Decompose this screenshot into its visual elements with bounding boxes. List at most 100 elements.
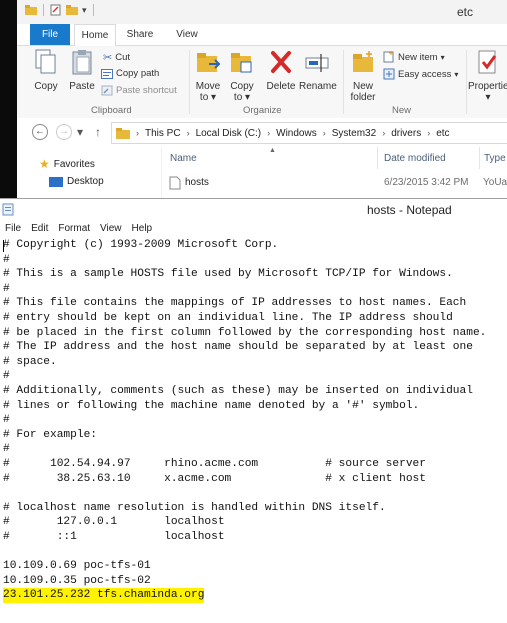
menu-format[interactable]: Format: [53, 220, 95, 238]
explorer-content: ★ Favorites Desktop ▲ Name Date modified…: [17, 147, 507, 198]
move-to-button[interactable]: Move to ▾: [193, 48, 223, 103]
new-folder-icon[interactable]: [66, 4, 78, 16]
text-line: # This is a sample HOSTS file used by Mi…: [3, 268, 453, 281]
text-line: # be placed in the first column followed…: [3, 326, 487, 339]
properties-checkmark-icon: [478, 50, 497, 74]
group-label-organize: Organize: [243, 105, 282, 116]
cut-label: Cut: [115, 52, 131, 63]
copy-to-label: Copy to ▾: [230, 81, 254, 103]
toolbar-divider: [92, 4, 94, 16]
folder-icon: [25, 5, 37, 15]
group-divider: [466, 50, 467, 114]
group-label-new: New: [392, 105, 412, 116]
properties-icon[interactable]: [50, 4, 62, 16]
chevron-right-icon: ›: [267, 128, 271, 138]
tab-file[interactable]: File: [30, 24, 70, 45]
dropdown-arrow-icon: ▾: [454, 69, 459, 79]
breadcrumb-drivers[interactable]: drivers: [391, 128, 421, 139]
rename-icon: [305, 54, 329, 72]
text-line: #: [3, 443, 10, 456]
tab-home[interactable]: Home: [74, 24, 116, 47]
column-header-date[interactable]: Date modified: [384, 153, 446, 164]
breadcrumb-windows[interactable]: Windows: [276, 128, 317, 139]
tab-share[interactable]: Share: [120, 24, 160, 45]
notepad-title-bar: hosts - Notepad: [0, 198, 507, 221]
column-divider[interactable]: [479, 147, 480, 169]
copy-path-button[interactable]: Copy path: [101, 68, 159, 79]
desktop-icon: [49, 176, 63, 187]
file-name: hosts: [185, 177, 209, 188]
paste-button[interactable]: Paste: [67, 48, 97, 92]
breadcrumb-system32[interactable]: System32: [332, 128, 376, 139]
new-folder-icon: [353, 51, 373, 72]
text-line: # 102.54.94.97 rhino.acme.com # source s…: [3, 458, 426, 470]
column-header-type[interactable]: Type: [484, 153, 506, 164]
delete-x-icon: [271, 51, 291, 73]
properties-label: Propertie ▾: [468, 81, 507, 103]
easy-access-button[interactable]: Easy access ▾: [383, 68, 458, 80]
properties-button[interactable]: Propertie ▾: [468, 48, 507, 103]
text-line: # localhost name resolution is handled w…: [3, 501, 386, 514]
menu-edit[interactable]: Edit: [26, 220, 53, 238]
file-type: YoUa: [483, 177, 507, 188]
chevron-right-icon: ›: [382, 128, 386, 138]
rename-button[interactable]: Rename: [299, 48, 337, 92]
up-arrow-icon[interactable]: ↑: [95, 125, 101, 139]
new-folder-button[interactable]: New folder: [347, 48, 379, 103]
text-line: #: [3, 282, 10, 295]
highlighted-host-entry: 23.101.25.232 tfs.chaminda.org: [3, 588, 205, 603]
text-line: 10.109.0.69 poc-tfs-01: [3, 560, 151, 573]
copy-icon: [35, 49, 56, 74]
new-item-label: New item: [398, 51, 438, 63]
dropdown-arrow-icon: ▾: [440, 52, 445, 62]
address-bar[interactable]: › This PC › Local Disk (C:) › Windows › …: [111, 122, 507, 144]
sort-ascending-icon: ▲: [269, 147, 276, 154]
favorites-label: Favorites: [53, 158, 95, 170]
file-icon: [169, 176, 181, 190]
notepad-text-area[interactable]: # Copyright (c) 1993-2009 Microsoft Corp…: [0, 238, 507, 623]
delete-button[interactable]: Delete: [265, 48, 297, 92]
nav-favorites[interactable]: ★ Favorites: [39, 157, 95, 171]
notepad-menu-bar: File Edit Format View Help: [0, 220, 507, 238]
text-line: # space.: [3, 355, 57, 368]
menu-help[interactable]: Help: [127, 220, 158, 238]
chevron-right-icon: ›: [186, 128, 190, 138]
group-divider: [189, 50, 190, 114]
breadcrumb-this-pc[interactable]: This PC: [145, 128, 181, 139]
customize-dropdown-icon[interactable]: ▾: [82, 5, 87, 16]
text-line: # Copyright (c) 1993-2009 Microsoft Corp…: [3, 239, 279, 251]
address-bar-row: ← → ▾ ↑ › This PC › Local Disk (C:) › Wi…: [17, 118, 507, 147]
forward-arrow-icon[interactable]: →: [56, 124, 72, 140]
breadcrumb-etc[interactable]: etc: [436, 128, 449, 139]
pane-divider: [161, 147, 162, 198]
chevron-right-icon: ›: [136, 128, 139, 138]
text-line: 10.109.0.35 poc-tfs-02: [3, 574, 151, 587]
menu-file[interactable]: File: [0, 220, 26, 238]
group-label-clipboard: Clipboard: [91, 105, 132, 116]
column-divider[interactable]: [377, 147, 378, 169]
file-row[interactable]: hosts 6/23/2015 3:42 PM YoUa: [167, 175, 507, 191]
back-arrow-icon[interactable]: ←: [32, 124, 48, 140]
window-title: etc: [457, 5, 474, 19]
background-strip: [0, 0, 17, 198]
text-line: # This file contains the mappings of IP …: [3, 297, 467, 310]
column-header-name[interactable]: Name: [170, 153, 197, 164]
tab-view[interactable]: View: [167, 24, 207, 45]
cut-button[interactable]: ✂ Cut: [103, 51, 130, 64]
new-item-button[interactable]: New item ▾: [383, 51, 445, 63]
text-line: # For example:: [3, 428, 97, 441]
menu-view[interactable]: View: [95, 220, 127, 238]
copy-button[interactable]: Copy: [31, 48, 61, 92]
copy-folder-icon: [231, 53, 252, 73]
copy-path-icon: [101, 68, 113, 79]
nav-desktop[interactable]: Desktop: [49, 176, 104, 187]
text-line: # 127.0.0.1 localhost: [3, 516, 225, 529]
recent-locations-icon[interactable]: ▾: [77, 125, 83, 139]
paste-shortcut-icon: [101, 85, 113, 96]
copy-to-button[interactable]: Copy to ▾: [227, 48, 257, 103]
text-line: # The IP address and the host name shoul…: [3, 341, 473, 354]
paste-shortcut-button[interactable]: Paste shortcut: [101, 85, 177, 96]
breadcrumb-local-disk[interactable]: Local Disk (C:): [196, 128, 262, 139]
file-explorer-window: ▾ etc File Home Share View Copy Paste ✂ …: [0, 0, 507, 198]
copy-path-label: Copy path: [116, 68, 160, 79]
